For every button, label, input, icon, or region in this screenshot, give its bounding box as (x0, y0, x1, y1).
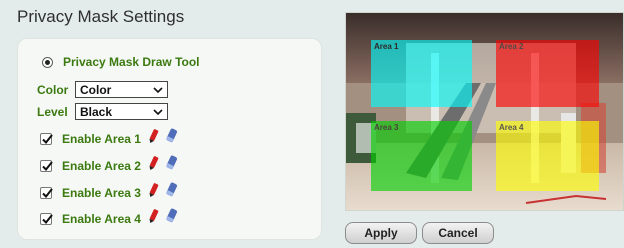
mask-area-2[interactable]: Area 2 (496, 40, 599, 107)
apply-button[interactable]: Apply (345, 222, 417, 244)
area-3-checkbox[interactable] (40, 186, 53, 199)
draw-tool-radio[interactable] (42, 56, 53, 68)
pencil-icon[interactable] (147, 128, 159, 149)
level-row: Level Black (37, 103, 168, 120)
area-2-checkbox[interactable] (40, 159, 53, 172)
page-title: Privacy Mask Settings (17, 7, 185, 26)
checkmark-icon (42, 187, 53, 198)
eraser-icon[interactable] (165, 182, 179, 203)
checkmark-icon (42, 160, 53, 171)
color-row: Color Color (37, 81, 168, 98)
area-1-label: Enable Area 1 (62, 131, 141, 146)
area-4-label: Enable Area 4 (62, 211, 141, 226)
mask-area-3-label: Area 3 (374, 123, 399, 132)
area-row-3: Enable Area 3 (40, 182, 179, 203)
eraser-icon[interactable] (165, 208, 179, 229)
pencil-icon[interactable] (147, 208, 159, 229)
checkmark-icon (42, 213, 53, 224)
chevron-down-icon (153, 108, 163, 115)
eraser-icon[interactable] (165, 128, 179, 149)
draw-tool-label: Privacy Mask Draw Tool (63, 55, 200, 69)
mask-area-4[interactable]: Area 4 (496, 121, 599, 191)
pencil-icon[interactable] (147, 155, 159, 176)
eraser-icon[interactable] (165, 155, 179, 176)
checkmark-icon (42, 133, 53, 144)
area-3-label: Enable Area 3 (62, 185, 141, 200)
camera-preview[interactable]: Area 1 Area 2 Area 3 Area 4 (345, 12, 624, 211)
color-select-value: Color (80, 82, 112, 97)
chevron-down-icon (153, 86, 163, 93)
mask-area-4-label: Area 4 (499, 123, 524, 132)
level-select[interactable]: Black (75, 103, 168, 120)
level-select-value: Black (80, 104, 113, 119)
mask-area-1-label: Area 1 (374, 42, 399, 51)
area-1-checkbox[interactable] (40, 132, 53, 145)
area-row-1: Enable Area 1 (40, 128, 179, 149)
settings-panel: Privacy Mask Draw Tool Color Color Level… (17, 38, 322, 240)
level-label: Level (37, 104, 68, 119)
pencil-icon[interactable] (147, 182, 159, 203)
cancel-button[interactable]: Cancel (422, 222, 494, 244)
area-2-label: Enable Area 2 (62, 158, 141, 173)
area-row-4: Enable Area 4 (40, 208, 179, 229)
mask-area-3[interactable]: Area 3 (371, 121, 472, 191)
area-4-checkbox[interactable] (40, 212, 53, 225)
color-select[interactable]: Color (75, 81, 168, 98)
draw-tool-row[interactable]: Privacy Mask Draw Tool (42, 55, 200, 69)
color-label: Color (37, 82, 69, 97)
mask-area-1[interactable]: Area 1 (371, 40, 472, 107)
area-row-2: Enable Area 2 (40, 155, 179, 176)
mask-area-2-label: Area 2 (499, 42, 524, 51)
